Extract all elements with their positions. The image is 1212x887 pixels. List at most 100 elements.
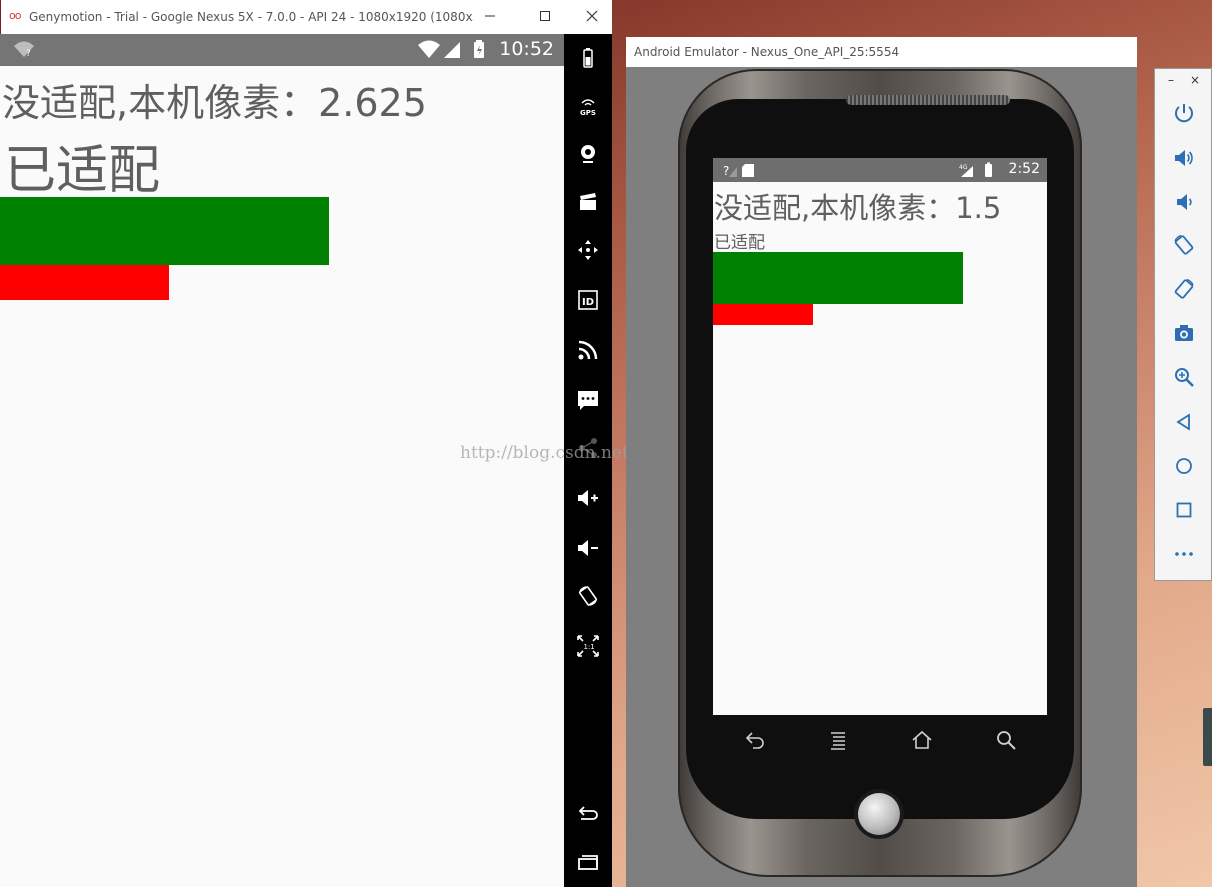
home-button[interactable] xyxy=(1171,453,1197,479)
rotate-left-icon xyxy=(1174,234,1194,255)
density-text: 没适配,本机像素：2.625 xyxy=(2,81,427,125)
rotate-icon xyxy=(578,586,598,606)
battery-icon xyxy=(985,162,992,177)
volume-up-button[interactable] xyxy=(572,482,604,514)
hardware-menu-key[interactable] xyxy=(827,729,853,755)
back-key-icon xyxy=(745,732,764,749)
more-icon xyxy=(1175,552,1193,556)
rotate-right-button[interactable] xyxy=(1171,276,1197,302)
overview-button[interactable] xyxy=(1171,497,1197,523)
partial-window-edge xyxy=(1203,708,1212,766)
network-4g-icon: 4G xyxy=(959,164,973,177)
svg-text:?: ? xyxy=(723,164,729,178)
adapted-text: 已适配 xyxy=(4,141,161,201)
back-icon xyxy=(578,806,598,820)
device-back-button[interactable] xyxy=(572,798,604,830)
pixel-perfect-button[interactable]: 1:1 xyxy=(572,630,604,662)
recents-button[interactable] xyxy=(572,846,604,878)
wifi-unknown-icon: ? xyxy=(14,41,34,58)
status-left-icons: ? xyxy=(723,164,754,178)
density-text: 没适配,本机像素：1.5 xyxy=(714,191,1002,225)
dpad-button[interactable] xyxy=(572,234,604,266)
window-title: Genymotion - Trial - Google Nexus 5X - 7… xyxy=(29,10,474,24)
dpad-icon xyxy=(578,240,598,260)
svg-text:4G: 4G xyxy=(959,164,968,171)
emulator-window-title: Android Emulator - Nexus_One_API_25:5554 xyxy=(634,45,900,59)
no-signal-icon: ? xyxy=(723,164,737,178)
emulator-status-bar: ? 4G 2:52 xyxy=(713,158,1047,182)
earpiece-speaker xyxy=(846,95,1010,105)
wifi-icon xyxy=(418,40,440,58)
trackball[interactable] xyxy=(858,793,900,835)
signal-icon xyxy=(444,42,460,58)
recents-icon xyxy=(578,855,598,870)
battery-icon xyxy=(474,40,484,58)
zoom-icon xyxy=(1175,368,1194,387)
power-button[interactable] xyxy=(1171,100,1197,126)
id-icon: ID xyxy=(578,290,598,310)
webcam-button[interactable] xyxy=(572,138,604,170)
svg-text:ID: ID xyxy=(582,297,594,308)
power-icon xyxy=(1175,104,1193,123)
battery-button[interactable] xyxy=(572,42,604,74)
rotate-left-button[interactable] xyxy=(1171,232,1197,258)
rss-icon xyxy=(578,340,598,360)
network-button[interactable] xyxy=(572,334,604,366)
volume-down-button[interactable] xyxy=(1171,189,1197,215)
volume-down-icon xyxy=(1177,194,1192,210)
status-icons xyxy=(418,40,484,58)
fullscreen-icon: 1:1 xyxy=(577,635,599,657)
emulator-device-screen[interactable]: ? 4G 2:52 没适配,本机像素：1.5 已适配 xyxy=(713,158,1047,715)
red-bar xyxy=(0,265,169,300)
gps-button[interactable]: GPS xyxy=(572,90,604,122)
device-id-button[interactable]: ID xyxy=(572,284,604,316)
genymotion-logo: oo xyxy=(9,9,22,22)
sd-card-icon xyxy=(742,164,754,177)
adapted-text: 已适配 xyxy=(714,233,765,253)
rotate-button[interactable] xyxy=(572,580,604,612)
svg-text:GPS: GPS xyxy=(580,109,596,117)
battery-icon xyxy=(583,48,593,68)
overview-icon xyxy=(1176,502,1192,518)
genymotion-titlebar[interactable]: oo Genymotion - Trial - Google Nexus 5X … xyxy=(0,0,612,34)
minimize-icon xyxy=(485,15,495,17)
hardware-home-key[interactable] xyxy=(911,729,937,755)
minimize-button[interactable] xyxy=(477,6,503,28)
emulator-toolbar: – × xyxy=(1154,68,1212,581)
home-key-icon xyxy=(912,730,932,749)
green-bar xyxy=(0,197,329,265)
sms-button[interactable] xyxy=(572,384,604,416)
rotate-right-icon xyxy=(1174,278,1194,299)
toolbar-minimize-button[interactable]: – xyxy=(1168,73,1174,87)
search-key-icon xyxy=(997,731,1016,750)
maximize-icon xyxy=(540,11,550,21)
volume-up-icon xyxy=(578,490,598,506)
close-icon xyxy=(586,10,598,22)
svg-text:1:1: 1:1 xyxy=(584,643,595,651)
sms-icon xyxy=(578,391,598,410)
volume-up-icon xyxy=(1175,150,1193,166)
more-button[interactable] xyxy=(1171,541,1197,567)
webcam-icon xyxy=(581,145,595,163)
emulator-status-clock: 2:52 xyxy=(1008,161,1040,177)
screenshot-button[interactable] xyxy=(1171,320,1197,346)
svg-text:?: ? xyxy=(26,49,31,58)
android-emulator-window: Android Emulator - Nexus_One_API_25:5554… xyxy=(626,37,1137,887)
volume-down-button[interactable] xyxy=(572,532,604,564)
zoom-button[interactable] xyxy=(1171,364,1197,390)
toolbar-close-button[interactable]: × xyxy=(1190,73,1200,87)
volume-up-button[interactable] xyxy=(1171,145,1197,171)
emulator-titlebar[interactable]: Android Emulator - Nexus_One_API_25:5554 xyxy=(626,37,1137,67)
status-clock: 10:52 xyxy=(499,38,554,60)
green-bar xyxy=(713,252,963,304)
capture-button[interactable] xyxy=(572,186,604,218)
back-button[interactable] xyxy=(1171,409,1197,435)
volume-down-icon xyxy=(578,540,598,556)
maximize-button[interactable] xyxy=(532,6,558,28)
clapperboard-icon xyxy=(580,193,596,210)
hardware-back-key[interactable] xyxy=(743,729,769,755)
hardware-search-key[interactable] xyxy=(995,729,1021,755)
status-right-icons: 4G xyxy=(959,162,992,177)
red-bar xyxy=(713,304,813,325)
close-button[interactable] xyxy=(579,6,605,28)
